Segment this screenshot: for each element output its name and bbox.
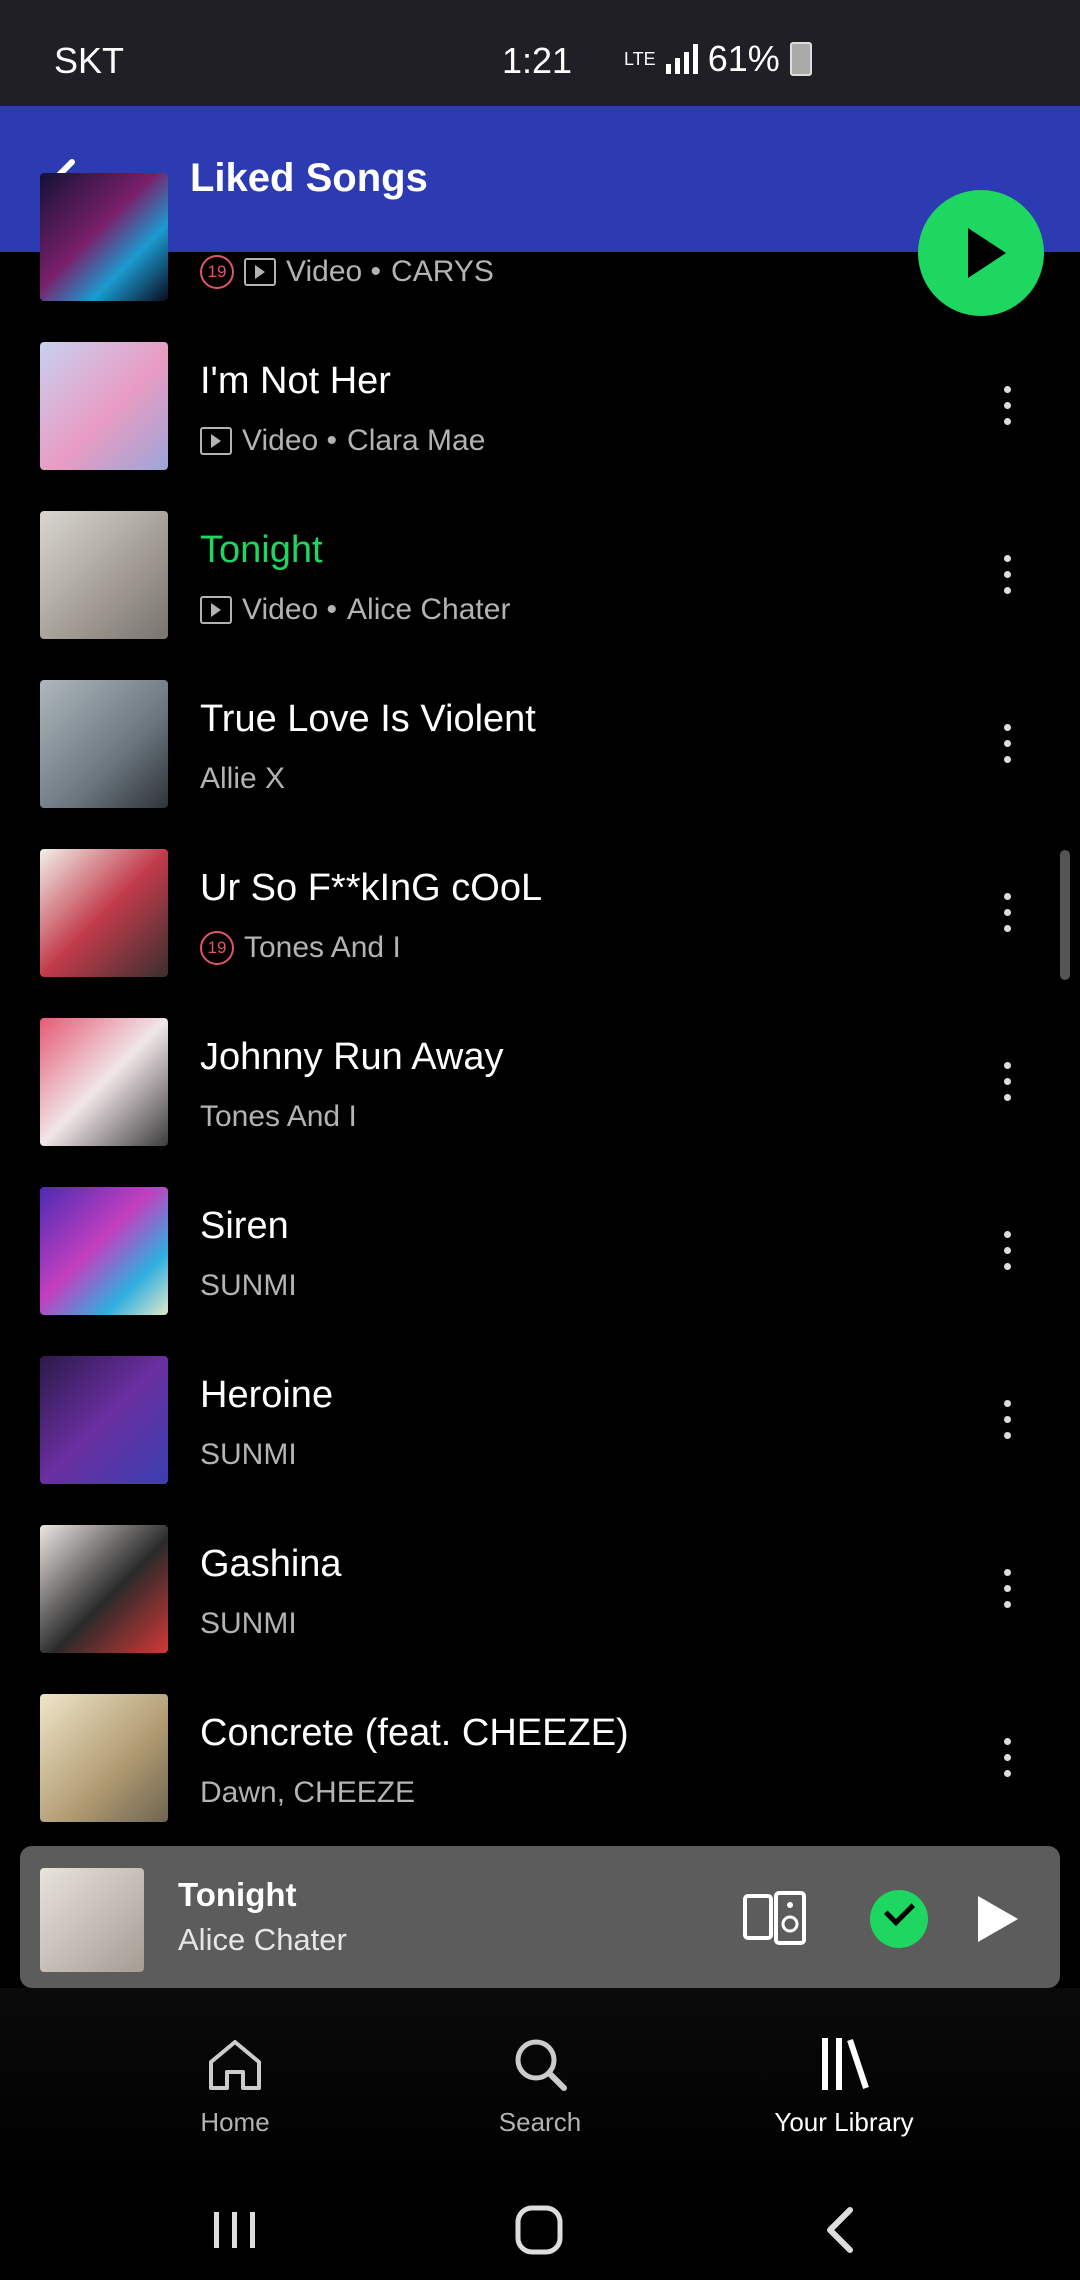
back-button-icon[interactable] [806, 2200, 876, 2260]
song-title: Tonight [200, 529, 323, 571]
video-label: Video • [242, 593, 338, 626]
explicit-badge-icon: 19 [200, 931, 234, 965]
song-row[interactable]: Johnny Run Away Tones And I [0, 988, 1080, 1157]
song-subtitle: Video • Alice Chater [200, 593, 510, 627]
album-art [40, 1525, 168, 1653]
song-artist: SUNMI [200, 1269, 297, 1302]
song-title: Johnny Run Away [200, 1036, 504, 1078]
more-options-icon[interactable] [1002, 386, 1012, 436]
song-artist: SUNMI [200, 1607, 297, 1640]
album-art [40, 1694, 168, 1822]
video-icon [244, 258, 276, 286]
mini-play-button[interactable] [968, 1890, 1024, 1946]
album-art [40, 1187, 168, 1315]
more-options-icon[interactable] [1002, 1738, 1012, 1788]
more-options-icon[interactable] [1002, 555, 1012, 605]
nav-library[interactable]: Your Library [744, 2032, 944, 2138]
song-title: True Love Is Violent [200, 698, 536, 740]
song-subtitle: SUNMI [200, 1269, 297, 1303]
more-options-icon[interactable] [1002, 893, 1012, 943]
system-nav-bar [0, 2180, 1080, 2280]
song-title: Ur So F**kInG cOoL [200, 867, 543, 909]
video-icon [200, 427, 232, 455]
song-artist: Dawn, CHEEZE [200, 1776, 416, 1809]
status-icons: LTE 61% [624, 38, 812, 80]
now-playing-title: Tonight [178, 1876, 297, 1913]
bottom-nav: Home Search Your Library [0, 1988, 1080, 2180]
song-title: Siren [200, 1205, 289, 1247]
more-options-icon[interactable] [1002, 1569, 1012, 1619]
video-icon [200, 596, 232, 624]
album-art [40, 173, 168, 301]
explicit-badge-icon: 19 [200, 255, 234, 289]
lte-icon: LTE [624, 49, 656, 69]
album-art [40, 1868, 144, 1972]
song-artist: Clara Mae [347, 424, 486, 457]
now-playing-artist: Alice Chater [178, 1922, 347, 1957]
song-row[interactable]: I'm Not Her Video • Clara Mae [0, 312, 1080, 481]
scrollbar[interactable] [1060, 850, 1070, 980]
album-art [40, 342, 168, 470]
song-subtitle: 19 Video • CARYS [200, 255, 494, 289]
song-artist: Alice Chater [347, 593, 511, 626]
song-row[interactable]: Siren SUNMI [0, 1157, 1080, 1326]
album-art [40, 511, 168, 639]
status-bar: SKT 1:21 LTE 61% [0, 0, 1080, 106]
library-icon [822, 2038, 869, 2090]
more-options-icon[interactable] [1002, 724, 1012, 774]
song-artist: CARYS [391, 255, 494, 288]
video-label: Video • [242, 424, 338, 457]
nav-home[interactable]: Home [135, 2032, 335, 2138]
song-artist: Tones And I [200, 1100, 357, 1133]
song-row[interactable]: Heroine SUNMI [0, 1326, 1080, 1495]
video-label: Video • [286, 255, 382, 288]
song-row[interactable]: 19 Video • CARYS [0, 143, 1080, 312]
album-art [40, 1356, 168, 1484]
battery-icon [789, 42, 812, 76]
song-row[interactable]: Tonight Video • Alice Chater [0, 481, 1080, 650]
clock: 1:21 [502, 40, 573, 81]
search-icon [515, 2039, 567, 2091]
song-artist: Allie X [200, 762, 286, 795]
song-title: Heroine [200, 1374, 334, 1416]
song-row[interactable]: Concrete (feat. CHEEZE) Dawn, CHEEZE [0, 1664, 1080, 1833]
more-options-icon[interactable] [1002, 1400, 1012, 1450]
more-options-icon[interactable] [1002, 1231, 1012, 1281]
nav-home-label: Home [200, 2107, 270, 2137]
song-subtitle: SUNMI [200, 1607, 297, 1641]
battery-level: 61% [707, 38, 780, 79]
song-row[interactable]: Ur So F**kInG cOoL 19 Tones And I [0, 819, 1080, 988]
song-row[interactable]: True Love Is Violent Allie X [0, 650, 1080, 819]
song-subtitle: SUNMI [200, 1438, 297, 1472]
mini-player[interactable]: Tonight Alice Chater [20, 1846, 1060, 1988]
home-icon [209, 2040, 261, 2090]
liked-check-icon[interactable] [870, 1890, 928, 1948]
song-artist: SUNMI [200, 1438, 297, 1471]
more-options-icon[interactable] [1002, 1062, 1012, 1112]
song-title: I'm Not Her [200, 360, 391, 402]
album-art [40, 1018, 168, 1146]
nav-search-label: Search [498, 2107, 582, 2137]
recent-apps-icon[interactable] [200, 2200, 270, 2260]
song-subtitle: Video • Clara Mae [200, 424, 485, 458]
song-artist: Tones And I [244, 931, 401, 964]
nav-library-label: Your Library [774, 2107, 914, 2137]
carrier: SKT [54, 40, 125, 81]
album-art [40, 680, 168, 808]
song-subtitle: 19 Tones And I [200, 931, 401, 965]
song-subtitle: Allie X [200, 762, 285, 796]
song-subtitle: Dawn, CHEEZE [200, 1776, 415, 1810]
album-art [40, 849, 168, 977]
signal-icon [665, 44, 698, 74]
play-button[interactable] [918, 190, 1044, 316]
nav-search[interactable]: Search [440, 2032, 640, 2138]
song-title: Gashina [200, 1543, 342, 1585]
song-title: Concrete (feat. CHEEZE) [200, 1712, 629, 1754]
song-row[interactable]: Gashina SUNMI [0, 1495, 1080, 1664]
connect-device-icon[interactable] [742, 1890, 808, 1946]
song-subtitle: Tones And I [200, 1100, 357, 1134]
home-button-icon[interactable] [504, 2200, 574, 2260]
